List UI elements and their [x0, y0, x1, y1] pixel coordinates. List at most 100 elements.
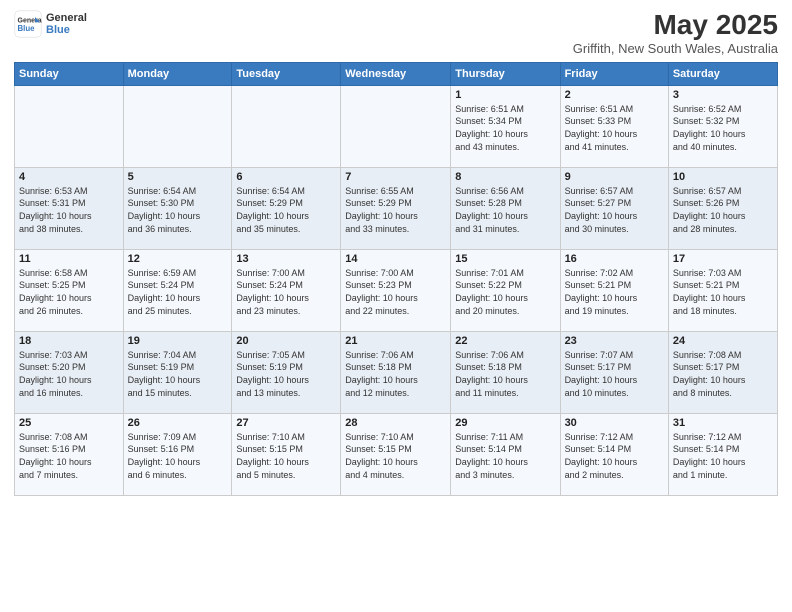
day-cell: 5Sunrise: 6:54 AM Sunset: 5:30 PM Daylig…: [123, 167, 232, 249]
day-number: 2: [565, 89, 664, 101]
day-number: 21: [345, 335, 446, 347]
day-info: Sunrise: 7:00 AM Sunset: 5:24 PM Dayligh…: [236, 267, 336, 317]
day-cell: 21 Sunrise: 7:06 AM Sunset: 5:18 PM Dayli…: [341, 331, 451, 413]
day-info: Sunrise: 7:00 AM Sunset: 5:23 PM Dayligh…: [345, 267, 446, 317]
day-cell: 19 Sunrise: 7:04 AM Sunset: 5:19 PM Dayli…: [123, 331, 232, 413]
day-info: Sunrise: 7:07 AM Sunset: 5:17 PM Dayligh…: [565, 349, 664, 399]
col-header-monday: Monday: [123, 62, 232, 85]
day-number: 29: [455, 417, 555, 429]
day-info: Sunrise: 6:54 AM Sunset: 5:29 PM Dayligh…: [236, 185, 336, 235]
title-block: May 2025 Griffith, New South Wales, Aust…: [573, 10, 778, 56]
day-cell: 20 Sunrise: 7:05 AM Sunset: 5:19 PM Dayli…: [232, 331, 341, 413]
day-number: 11: [19, 253, 119, 265]
week-row-3: 11Sunrise: 6:58 AM Sunset: 5:25 PM Dayli…: [15, 249, 778, 331]
col-header-sunday: Sunday: [15, 62, 124, 85]
week-row-5: 25 Sunrise: 7:08 AM Sunset: 5:16 PM Dayli…: [15, 413, 778, 495]
col-header-friday: Friday: [560, 62, 668, 85]
day-cell: 3 Sunrise: 6:52 AM Sunset: 5:32 PM Daylig…: [668, 85, 777, 167]
day-number: 7: [345, 171, 446, 183]
day-cell: [15, 85, 124, 167]
day-cell: 10 Sunrise: 6:57 AM Sunset: 5:26 PM Dayli…: [668, 167, 777, 249]
week-row-1: 1 Sunrise: 6:51 AM Sunset: 5:34 PM Daylig…: [15, 85, 778, 167]
day-cell: [123, 85, 232, 167]
day-number: 25: [19, 417, 119, 429]
day-info: Sunrise: 6:51 AM Sunset: 5:34 PM Dayligh…: [455, 103, 555, 153]
day-cell: 26 Sunrise: 7:09 AM Sunset: 5:16 PM Dayli…: [123, 413, 232, 495]
calendar-header: SundayMondayTuesdayWednesdayThursdayFrid…: [15, 62, 778, 85]
day-info: Sunrise: 7:08 AM Sunset: 5:16 PM Dayligh…: [19, 431, 119, 481]
logo-line2: Blue: [46, 24, 87, 36]
day-info: Sunrise: 6:57 AM Sunset: 5:26 PM Dayligh…: [673, 185, 773, 235]
day-cell: 9Sunrise: 6:57 AM Sunset: 5:27 PM Daylig…: [560, 167, 668, 249]
day-cell: 6 Sunrise: 6:54 AM Sunset: 5:29 PM Daylig…: [232, 167, 341, 249]
main-title: May 2025: [573, 10, 778, 41]
subtitle: Griffith, New South Wales, Australia: [573, 41, 778, 56]
header-row: SundayMondayTuesdayWednesdayThursdayFrid…: [15, 62, 778, 85]
col-header-tuesday: Tuesday: [232, 62, 341, 85]
day-info: Sunrise: 7:06 AM Sunset: 5:18 PM Dayligh…: [345, 349, 446, 399]
day-number: 24: [673, 335, 773, 347]
day-cell: 24 Sunrise: 7:08 AM Sunset: 5:17 PM Dayli…: [668, 331, 777, 413]
day-info: Sunrise: 7:10 AM Sunset: 5:15 PM Dayligh…: [236, 431, 336, 481]
day-cell: 13 Sunrise: 7:00 AM Sunset: 5:24 PM Dayli…: [232, 249, 341, 331]
col-header-thursday: Thursday: [451, 62, 560, 85]
day-info: Sunrise: 7:10 AM Sunset: 5:15 PM Dayligh…: [345, 431, 446, 481]
col-header-saturday: Saturday: [668, 62, 777, 85]
day-info: Sunrise: 6:51 AM Sunset: 5:33 PM Dayligh…: [565, 103, 664, 153]
day-info: Sunrise: 6:54 AM Sunset: 5:30 PM Dayligh…: [128, 185, 228, 235]
logo-icon: General Blue: [14, 10, 42, 38]
day-info: Sunrise: 7:03 AM Sunset: 5:20 PM Dayligh…: [19, 349, 119, 399]
day-info: Sunrise: 7:09 AM Sunset: 5:16 PM Dayligh…: [128, 431, 228, 481]
day-cell: 28Sunrise: 7:10 AM Sunset: 5:15 PM Dayli…: [341, 413, 451, 495]
day-number: 20: [236, 335, 336, 347]
logo-line1: General: [46, 12, 87, 24]
calendar-body: 1 Sunrise: 6:51 AM Sunset: 5:34 PM Daylig…: [15, 85, 778, 495]
header: General Blue General Blue May 2025 Griff…: [14, 10, 778, 56]
day-cell: 1 Sunrise: 6:51 AM Sunset: 5:34 PM Daylig…: [451, 85, 560, 167]
day-info: Sunrise: 6:52 AM Sunset: 5:32 PM Dayligh…: [673, 103, 773, 153]
day-cell: 2 Sunrise: 6:51 AM Sunset: 5:33 PM Daylig…: [560, 85, 668, 167]
day-cell: 27 Sunrise: 7:10 AM Sunset: 5:15 PM Dayli…: [232, 413, 341, 495]
day-cell: [341, 85, 451, 167]
day-number: 6: [236, 171, 336, 183]
day-cell: 16 Sunrise: 7:02 AM Sunset: 5:21 PM Dayli…: [560, 249, 668, 331]
page: General Blue General Blue May 2025 Griff…: [0, 0, 792, 612]
day-cell: 12Sunrise: 6:59 AM Sunset: 5:24 PM Dayli…: [123, 249, 232, 331]
day-number: 10: [673, 171, 773, 183]
week-row-2: 4 Sunrise: 6:53 AM Sunset: 5:31 PM Daylig…: [15, 167, 778, 249]
day-number: 23: [565, 335, 664, 347]
day-cell: 4 Sunrise: 6:53 AM Sunset: 5:31 PM Daylig…: [15, 167, 124, 249]
day-number: 31: [673, 417, 773, 429]
day-info: Sunrise: 7:11 AM Sunset: 5:14 PM Dayligh…: [455, 431, 555, 481]
day-cell: 8 Sunrise: 6:56 AM Sunset: 5:28 PM Daylig…: [451, 167, 560, 249]
day-number: 19: [128, 335, 228, 347]
day-info: Sunrise: 6:59 AM Sunset: 5:24 PM Dayligh…: [128, 267, 228, 317]
day-number: 3: [673, 89, 773, 101]
day-cell: 15Sunrise: 7:01 AM Sunset: 5:22 PM Dayli…: [451, 249, 560, 331]
day-number: 14: [345, 253, 446, 265]
day-number: 18: [19, 335, 119, 347]
day-info: Sunrise: 6:56 AM Sunset: 5:28 PM Dayligh…: [455, 185, 555, 235]
logo-text: General Blue: [46, 12, 87, 36]
day-number: 4: [19, 171, 119, 183]
day-cell: 18 Sunrise: 7:03 AM Sunset: 5:20 PM Dayli…: [15, 331, 124, 413]
day-number: 16: [565, 253, 664, 265]
day-number: 26: [128, 417, 228, 429]
day-info: Sunrise: 7:02 AM Sunset: 5:21 PM Dayligh…: [565, 267, 664, 317]
day-number: 13: [236, 253, 336, 265]
day-number: 17: [673, 253, 773, 265]
day-number: 27: [236, 417, 336, 429]
day-info: Sunrise: 6:53 AM Sunset: 5:31 PM Dayligh…: [19, 185, 119, 235]
day-number: 8: [455, 171, 555, 183]
day-info: Sunrise: 7:05 AM Sunset: 5:19 PM Dayligh…: [236, 349, 336, 399]
day-cell: [232, 85, 341, 167]
day-cell: 22Sunrise: 7:06 AM Sunset: 5:18 PM Dayli…: [451, 331, 560, 413]
day-cell: 14 Sunrise: 7:00 AM Sunset: 5:23 PM Dayli…: [341, 249, 451, 331]
day-info: Sunrise: 7:06 AM Sunset: 5:18 PM Dayligh…: [455, 349, 555, 399]
day-info: Sunrise: 7:08 AM Sunset: 5:17 PM Dayligh…: [673, 349, 773, 399]
svg-text:Blue: Blue: [18, 24, 36, 33]
day-info: Sunrise: 6:55 AM Sunset: 5:29 PM Dayligh…: [345, 185, 446, 235]
day-info: Sunrise: 7:04 AM Sunset: 5:19 PM Dayligh…: [128, 349, 228, 399]
logo: General Blue General Blue: [14, 10, 87, 38]
day-number: 1: [455, 89, 555, 101]
